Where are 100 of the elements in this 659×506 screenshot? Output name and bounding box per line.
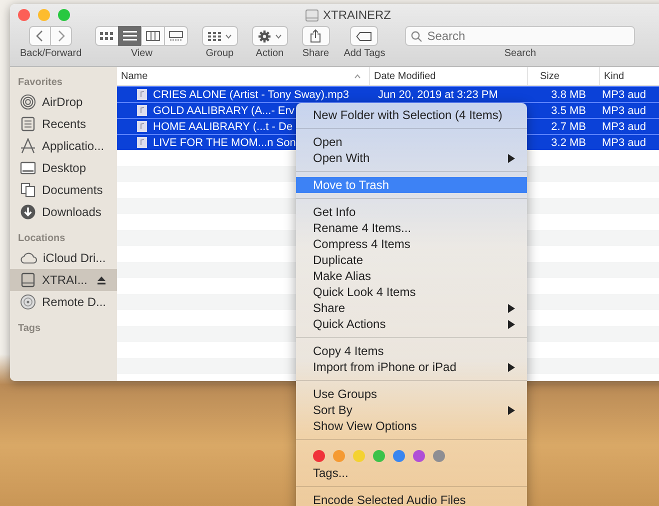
menu-item[interactable]: Show View Options	[296, 418, 527, 434]
toolbar-label: Share	[302, 48, 330, 59]
gear-icon	[258, 30, 271, 42]
toolbar-label: Search	[504, 48, 536, 59]
kind-cell: MP3 aud	[602, 104, 646, 116]
chevron-left-icon	[36, 30, 44, 42]
audio-file-icon	[137, 137, 147, 148]
sidebar-item[interactable]: AirDrop	[10, 91, 117, 113]
close-button[interactable]	[18, 9, 30, 21]
window-title: XTRAINERZ	[323, 8, 392, 22]
forward-button[interactable]	[50, 26, 72, 46]
documents-icon	[20, 182, 36, 198]
eject-icon[interactable]	[97, 276, 106, 284]
file-name: LIVE FOR THE MOM...n Son	[153, 136, 296, 148]
toolbar-label: View	[130, 48, 152, 59]
disc-icon	[20, 294, 36, 310]
tag-icon	[356, 32, 372, 40]
tag-color-dot[interactable]	[313, 450, 325, 462]
share-icon	[310, 29, 322, 43]
menu-item[interactable]: Share	[296, 300, 527, 316]
size-cell: 3.2 MB	[551, 136, 586, 148]
zoom-button[interactable]	[58, 9, 70, 21]
desktop-icon	[20, 161, 36, 175]
tag-color-dot[interactable]	[353, 450, 365, 462]
chevron-down-icon	[224, 34, 232, 38]
audio-file-icon	[137, 105, 147, 116]
view-mode-button[interactable]	[118, 26, 142, 46]
chevron-down-icon	[274, 34, 282, 38]
search-field[interactable]: Search	[405, 26, 636, 46]
menu-item[interactable]: Open With	[296, 150, 527, 166]
size-cell: 3.8 MB	[551, 88, 586, 100]
tag-color-dot[interactable]	[393, 450, 405, 462]
sort-caret-icon	[354, 74, 361, 78]
tag-color-dot[interactable]	[413, 450, 425, 462]
view-mode-button[interactable]	[94, 26, 119, 46]
toolbar-label: Action	[256, 48, 284, 59]
view-mode-button[interactable]	[140, 26, 165, 46]
action-button[interactable]	[252, 26, 288, 46]
tag-color-dot[interactable]	[373, 450, 385, 462]
menu-item[interactable]: Tags...	[296, 465, 527, 481]
menu-item[interactable]: Make Alias	[296, 268, 527, 284]
menu-item[interactable]: Quick Actions	[296, 316, 527, 332]
menu-item[interactable]: Move to Trash	[296, 177, 527, 193]
menu-item[interactable]: Use Groups	[296, 386, 527, 402]
kind-cell: MP3 aud	[602, 120, 646, 132]
column-header[interactable]: Kind	[600, 67, 659, 85]
tag-color-dot[interactable]	[433, 450, 445, 462]
sidebar-item[interactable]: iCloud Dri...	[10, 247, 117, 269]
column-header[interactable]: Name	[117, 67, 370, 85]
sidebar-heading: Favorites	[17, 76, 64, 90]
audio-file-icon	[137, 89, 147, 100]
sidebar-item[interactable]: Remote D...	[10, 291, 117, 313]
column-header[interactable]: Date Modified	[370, 67, 528, 85]
group-button[interactable]	[202, 26, 238, 46]
audio-file-icon	[137, 121, 147, 132]
icon-grid-icon	[100, 31, 114, 41]
file-row[interactable]: CRIES ALONE (Artist - Tony Sway).mp3 Jun 20, 2019 at 3:23 PM 3.8 MB MP3 aud	[117, 86, 659, 102]
drive-icon	[20, 272, 36, 288]
share-button[interactable]	[302, 26, 330, 46]
drive-icon	[305, 8, 319, 22]
chevron-right-icon	[56, 30, 65, 42]
add-tags-button[interactable]	[350, 26, 378, 46]
menu-item[interactable]: Compress 4 Items	[296, 236, 527, 252]
tag-color-dot[interactable]	[333, 450, 345, 462]
menu-item[interactable]: Encode Selected Audio Files	[296, 492, 527, 506]
group-grid-icon	[208, 32, 221, 40]
menu-item[interactable]: Sort By	[296, 402, 527, 418]
toolbar-label: Group	[206, 48, 234, 59]
file-name: HOME AALIBRARY (...t - De	[153, 120, 293, 132]
back-button[interactable]	[28, 26, 51, 46]
menu-item[interactable]: Copy 4 Items	[296, 343, 527, 359]
download-icon	[20, 204, 36, 220]
sidebar-item[interactable]: Applicatio...	[10, 135, 117, 157]
menu-item[interactable]: Quick Look 4 Items	[296, 284, 527, 300]
recents-icon	[20, 116, 36, 132]
sidebar-item[interactable]: Documents	[10, 179, 117, 201]
menu-item[interactable]: Import from iPhone or iPad	[296, 359, 527, 375]
file-name: CRIES ALONE (Artist - Tony Sway).mp3	[153, 88, 350, 100]
size-cell: 2.7 MB	[551, 120, 586, 132]
toolbar-label: Back/Forward	[20, 48, 82, 59]
menu-item[interactable]: Get Info	[296, 204, 527, 220]
airdrop-icon	[20, 94, 36, 110]
sidebar-heading: Locations	[17, 232, 66, 246]
view-mode-button[interactable]	[164, 26, 188, 46]
menu-item[interactable]: Rename 4 Items...	[296, 220, 527, 236]
menu-item[interactable]: Open	[296, 134, 527, 150]
cloud-icon	[20, 252, 37, 264]
menu-item[interactable]: Duplicate	[296, 252, 527, 268]
file-name: GOLD AALIBRARY (A...- Erv	[153, 104, 294, 116]
sidebar-item[interactable]: Downloads	[10, 201, 117, 223]
sidebar-heading: Tags	[17, 322, 42, 336]
kind-cell: MP3 aud	[602, 88, 646, 100]
applications-icon	[20, 138, 36, 154]
columns-icon	[146, 31, 160, 41]
sidebar-item[interactable]: XTRAI...	[10, 269, 117, 291]
column-header[interactable]: Size	[528, 67, 600, 85]
sidebar-item[interactable]: Desktop	[10, 157, 117, 179]
kind-cell: MP3 aud	[602, 136, 646, 148]
sidebar-item[interactable]: Recents	[10, 113, 117, 135]
list-icon	[122, 31, 137, 41]
